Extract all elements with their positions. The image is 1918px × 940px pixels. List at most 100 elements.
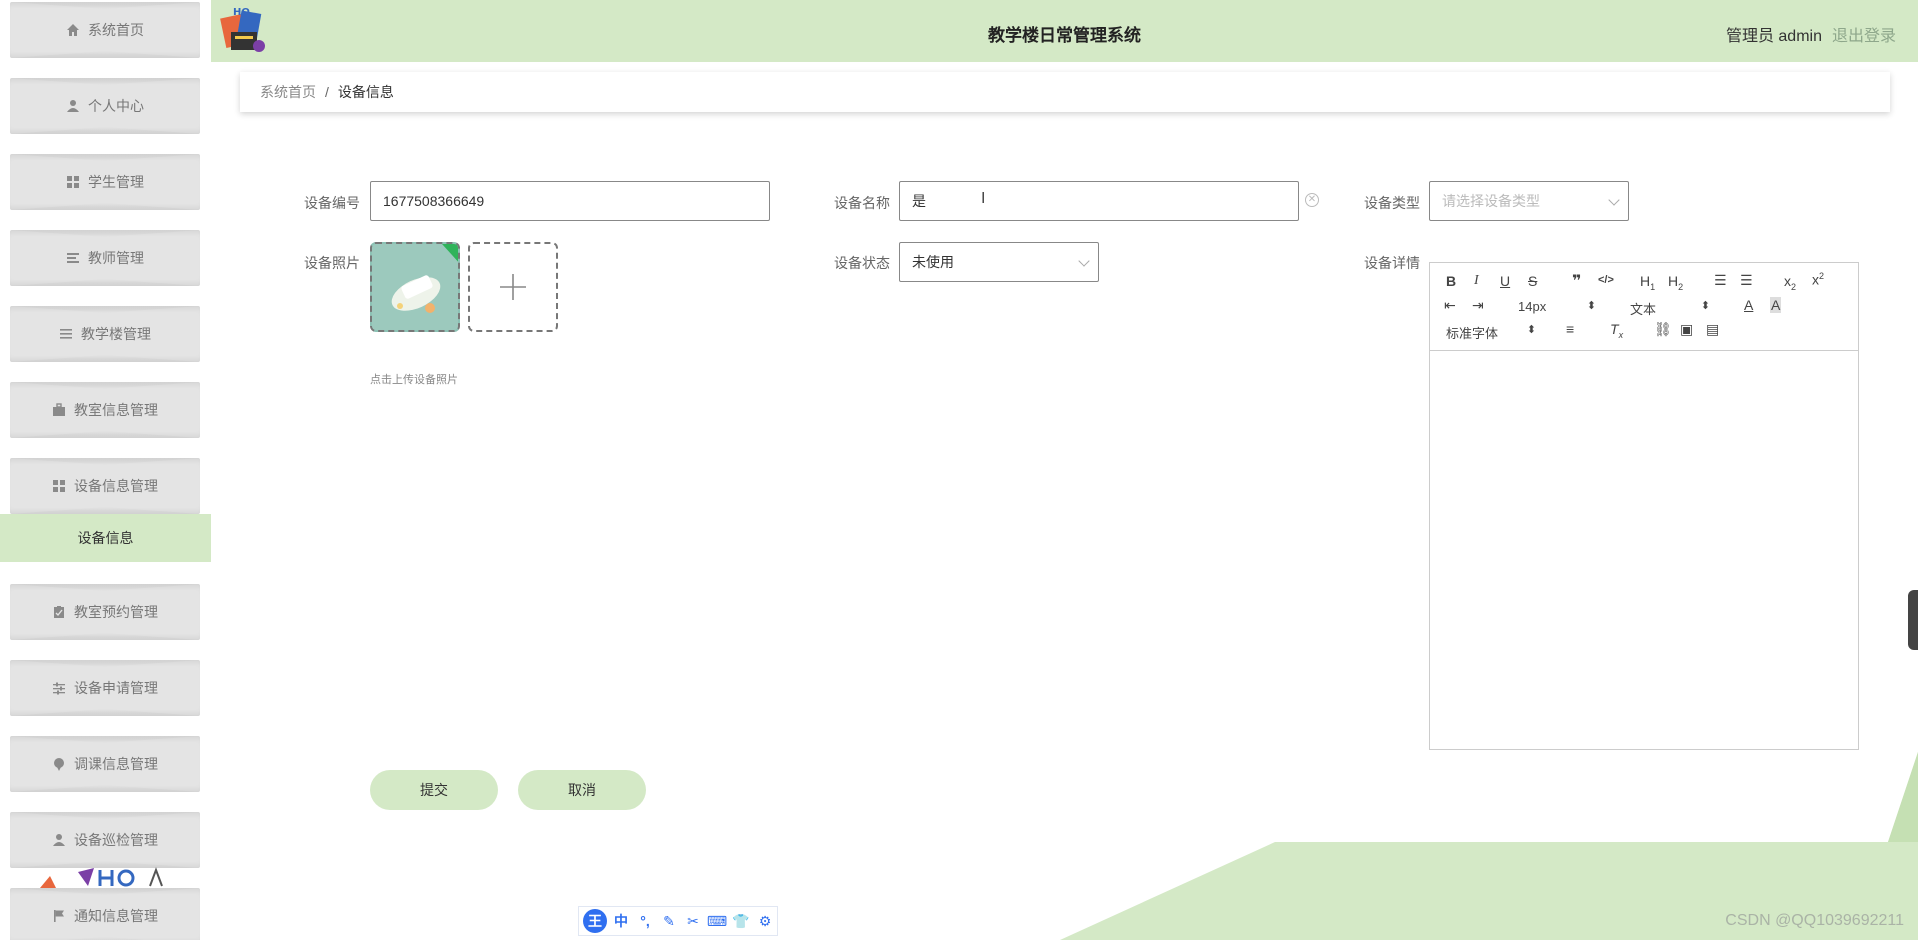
background-color-icon[interactable]: A xyxy=(1770,297,1782,313)
rich-text-editor: B I U S ❞ </> H1 H2 ☰ ☰ x2 x2 ⇤ ⇥ 14px ⬍… xyxy=(1429,262,1859,750)
punctuation-icon[interactable]: °, xyxy=(635,911,655,931)
clear-icon[interactable]: ✕ xyxy=(1305,193,1319,207)
underline-icon[interactable]: U xyxy=(1500,273,1510,289)
device-no-label: 设备编号 xyxy=(304,195,360,211)
font-family-value: 标准字体 xyxy=(1446,326,1499,341)
user-icon xyxy=(66,99,80,113)
sidebar-item-device-requests[interactable]: 设备申请管理 xyxy=(10,660,200,716)
sidebar-item-profile[interactable]: 个人中心 xyxy=(10,78,200,134)
add-photo-button[interactable] xyxy=(468,242,558,332)
grid-icon xyxy=(66,175,80,189)
sidebar-item-label: 设备巡检管理 xyxy=(74,832,158,848)
app-title: 教学楼日常管理系统 xyxy=(988,26,1141,45)
blockquote-icon[interactable]: ❞ xyxy=(1572,271,1581,291)
menu-icon xyxy=(59,327,73,341)
user-area: 管理员 admin 退出登录 xyxy=(1726,22,1896,46)
flag-icon xyxy=(52,909,66,923)
bullet-list-icon[interactable]: ☰ xyxy=(1740,272,1753,289)
heading1-icon[interactable]: H1 xyxy=(1640,273,1655,292)
editor-toolbar: B I U S ❞ </> H1 H2 ☰ ☰ x2 x2 ⇤ ⇥ 14px ⬍… xyxy=(1430,263,1858,351)
list-icon xyxy=(66,251,80,265)
superscript-icon[interactable]: x2 xyxy=(1812,271,1824,288)
sidebar-item-teachers[interactable]: 教师管理 xyxy=(10,230,200,286)
submit-button[interactable]: 提交 xyxy=(370,770,498,810)
edge-tab[interactable] xyxy=(1908,590,1918,650)
code-icon[interactable]: </> xyxy=(1598,274,1614,286)
keyboard-icon[interactable]: ⌨ xyxy=(707,911,727,931)
briefcase-icon xyxy=(52,403,66,417)
sidebar-item-home[interactable]: 系统首页 xyxy=(10,2,200,58)
watermark: CSDN @QQ1039692211 xyxy=(1725,912,1904,929)
device-detail-label: 设备详情 xyxy=(1364,255,1420,271)
device-name-value: 是 xyxy=(912,193,926,209)
chevron-down-icon xyxy=(1078,255,1090,267)
device-name-label: 设备名称 xyxy=(834,195,890,211)
outdent-icon[interactable]: ⇤ xyxy=(1444,297,1456,314)
doodle-decoration xyxy=(40,867,163,888)
gear-icon[interactable]: ⚙ xyxy=(755,911,775,931)
breadcrumb: 系统首页 / 设备信息 xyxy=(240,72,1890,112)
font-size-value: 14px xyxy=(1518,299,1547,314)
pen-icon[interactable]: ✎ xyxy=(659,911,679,931)
subscript-icon[interactable]: x2 xyxy=(1784,273,1796,292)
sidebar-item-label: 教室信息管理 xyxy=(74,402,158,418)
breadcrumb-current: 设备信息 xyxy=(337,84,394,100)
link-icon[interactable]: ⛓ xyxy=(1654,321,1672,338)
device-status-label: 设备状态 xyxy=(834,255,890,271)
sidebar-item-classrooms[interactable]: 教室信息管理 xyxy=(10,382,200,438)
select-arrows-icon: ⬍ xyxy=(1586,300,1596,312)
select-arrows-icon: ⬍ xyxy=(1526,324,1536,336)
bold-icon[interactable]: B xyxy=(1446,273,1456,289)
select-arrows-icon: ⬍ xyxy=(1700,300,1710,312)
sidebar-item-reservations[interactable]: 教室预约管理 xyxy=(10,584,200,640)
clipboard-icon xyxy=(52,605,66,619)
image-icon[interactable]: ▣ xyxy=(1680,321,1693,338)
breadcrumb-home[interactable]: 系统首页 xyxy=(260,82,316,102)
sidebar: 系统首页 个人中心 学生管理 教师管理 教学楼管理 教室信息管理 设备信息管理 … xyxy=(0,0,211,940)
device-photo-label: 设备照片 xyxy=(304,255,360,271)
sidebar-item-buildings[interactable]: 教学楼管理 xyxy=(10,306,200,362)
editor-content-area[interactable] xyxy=(1430,351,1858,749)
uploaded-photo-thumbnail[interactable] xyxy=(370,242,460,332)
sidebar-subitem-label: 设备信息 xyxy=(77,530,134,546)
sidebar-item-schedule-changes[interactable]: 调课信息管理 xyxy=(10,736,200,792)
ime-logo[interactable]: 王 xyxy=(583,909,607,933)
ordered-list-icon[interactable]: ☰ xyxy=(1714,272,1727,289)
font-family-select[interactable]: 标准字体 ⬍ xyxy=(1446,323,1536,342)
sidebar-item-label: 调课信息管理 xyxy=(74,756,158,772)
sidebar-item-students[interactable]: 学生管理 xyxy=(10,154,200,210)
font-size-select[interactable]: 14px ⬍ xyxy=(1518,299,1596,314)
device-type-select[interactable]: 请选择设备类型 xyxy=(1429,181,1629,221)
align-icon[interactable]: ≡ xyxy=(1566,321,1574,337)
scissors-icon[interactable]: ✂ xyxy=(683,911,703,931)
device-name-input[interactable]: 是 xyxy=(899,181,1299,221)
video-icon[interactable]: ▤ xyxy=(1706,321,1719,338)
device-type-placeholder: 请选择设备类型 xyxy=(1442,193,1540,209)
upload-tip: 点击上传设备照片 xyxy=(370,374,458,386)
heading2-icon[interactable]: H2 xyxy=(1668,273,1683,292)
strikethrough-icon[interactable]: S xyxy=(1528,273,1537,289)
cancel-button[interactable]: 取消 xyxy=(518,770,646,810)
breadcrumb-separator: / xyxy=(325,84,329,100)
sidebar-item-devices[interactable]: 设备信息管理 xyxy=(10,458,200,514)
sidebar-item-notices[interactable]: 通知信息管理 xyxy=(10,888,200,940)
chevron-down-icon xyxy=(1608,194,1620,206)
sidebar-item-inspections[interactable]: 设备巡检管理 xyxy=(10,812,200,868)
ime-toolbar: 王 中 °, ✎ ✂ ⌨ 👕 ⚙ xyxy=(578,906,778,936)
logout-link[interactable]: 退出登录 xyxy=(1832,22,1896,46)
italic-icon[interactable]: I xyxy=(1474,273,1479,289)
ime-language[interactable]: 中 xyxy=(611,911,631,931)
sidebar-item-label: 系统首页 xyxy=(88,22,144,38)
shirt-icon[interactable]: 👕 xyxy=(731,911,751,931)
sidebar-subitem-device-info[interactable]: 设备信息 xyxy=(0,514,211,562)
user-icon xyxy=(52,833,66,847)
paragraph-select[interactable]: 文本 ⬍ xyxy=(1630,299,1710,318)
sidebar-item-label: 设备申请管理 xyxy=(74,680,158,696)
device-status-select[interactable]: 未使用 xyxy=(899,242,1099,282)
font-color-icon[interactable]: A xyxy=(1744,297,1753,313)
device-no-input[interactable]: 1677508366649 xyxy=(370,181,770,221)
sidebar-item-label: 设备信息管理 xyxy=(74,478,158,494)
indent-icon[interactable]: ⇥ xyxy=(1472,297,1484,314)
sidebar-item-label: 教学楼管理 xyxy=(81,326,151,342)
clear-format-icon[interactable]: Tx xyxy=(1610,321,1623,340)
